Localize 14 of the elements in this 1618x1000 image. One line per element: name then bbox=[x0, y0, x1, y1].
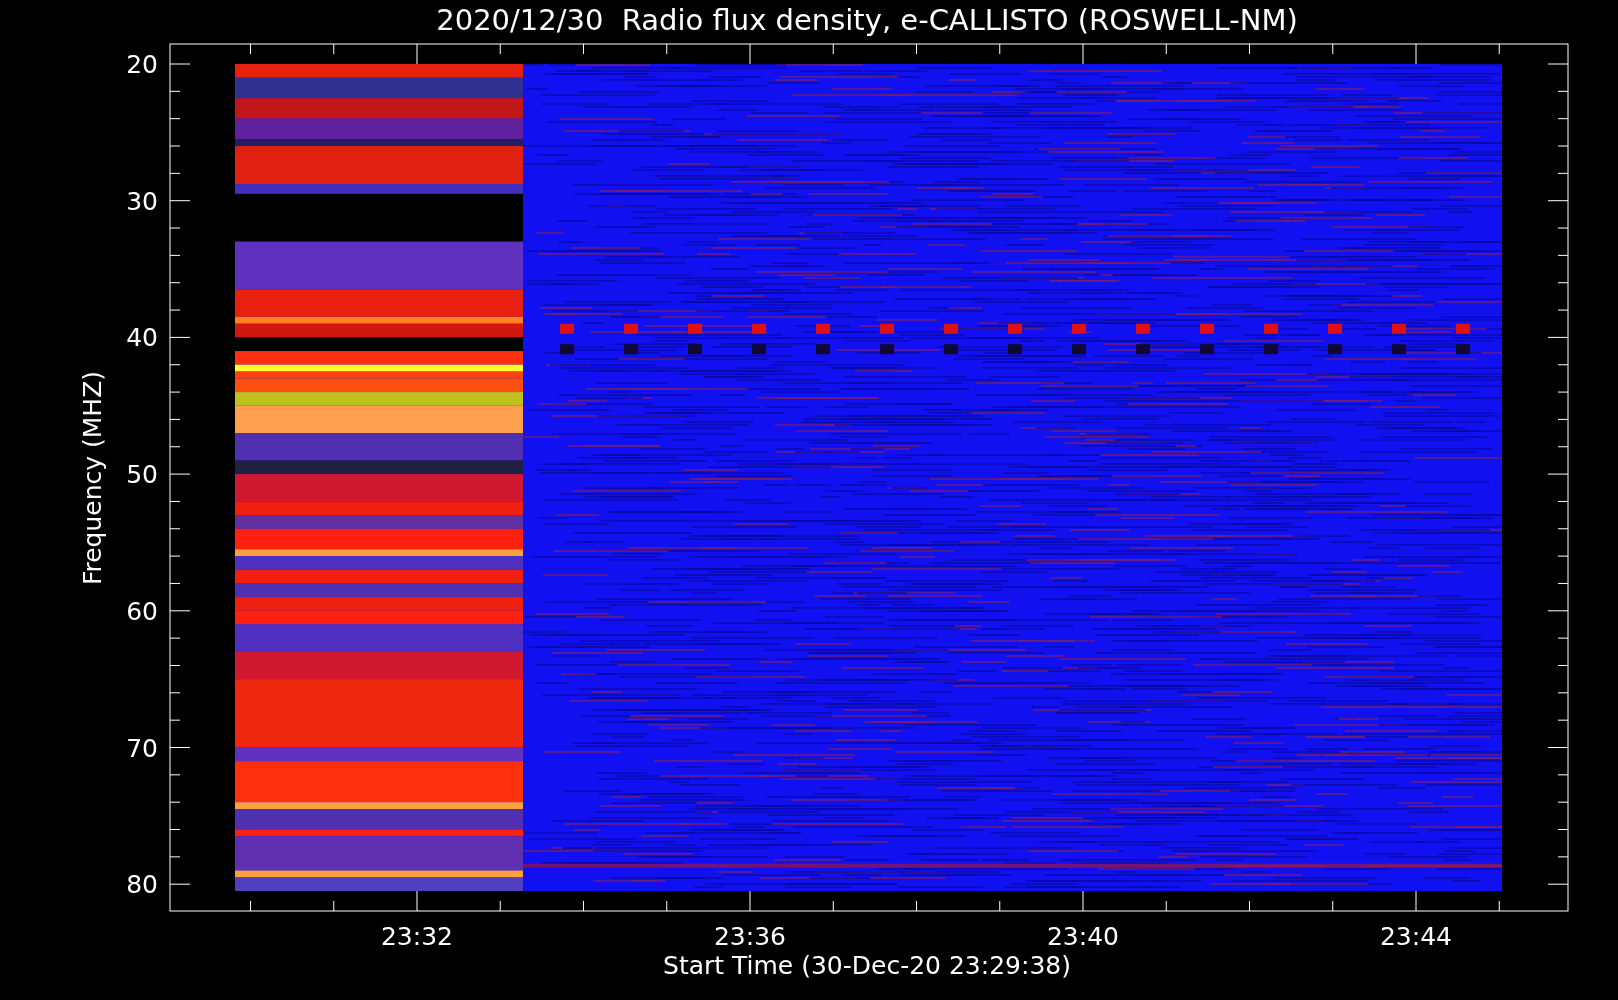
x-axis-label: Start Time (30-Dec-20 23:29:38) bbox=[663, 951, 1071, 980]
y-tick-label: 40 bbox=[126, 323, 158, 353]
x-tick-label: 23:40 bbox=[1047, 922, 1119, 951]
y-tick-label: 70 bbox=[126, 733, 158, 763]
y-tick-label: 60 bbox=[126, 596, 158, 626]
chart-title: 2020/12/30 Radio flux density, e-CALLISTO (ROSWELL-NM) bbox=[436, 3, 1298, 37]
y-tick-label: 50 bbox=[126, 460, 158, 490]
y-tick-label: 20 bbox=[126, 50, 158, 79]
x-tick-label: 23:36 bbox=[714, 922, 786, 951]
x-tick-label: 23:44 bbox=[1380, 922, 1452, 951]
y-axis-label: Frequency (MHZ) bbox=[78, 370, 107, 586]
y-tick-label: 80 bbox=[126, 870, 158, 900]
y-tick-label: 30 bbox=[126, 186, 158, 216]
x-tick-label: 23:32 bbox=[381, 922, 453, 951]
